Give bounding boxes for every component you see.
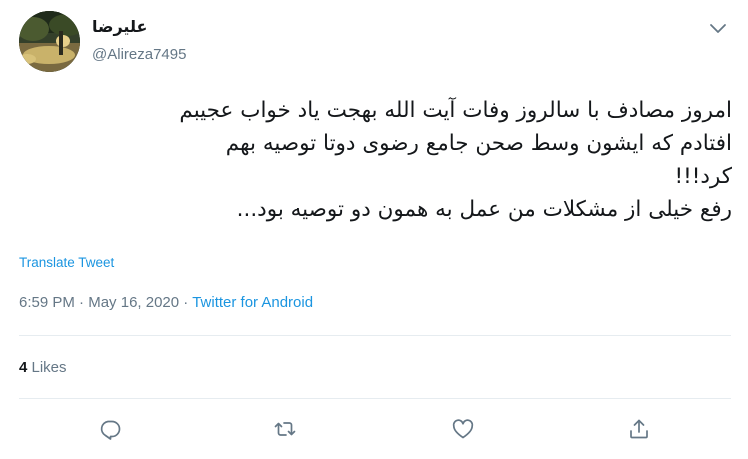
author-handle[interactable]: @Alireza7495 [92, 46, 186, 63]
retweet-icon[interactable] [273, 417, 297, 441]
tweet-card: علیرضا @Alireza7495 امروز مصادف با سالرو… [0, 0, 748, 459]
avatar[interactable] [19, 11, 80, 72]
translate-tweet-link[interactable]: Translate Tweet [19, 255, 114, 270]
divider [19, 398, 731, 399]
tweet-source-link[interactable]: Twitter for Android [192, 294, 313, 311]
tweet-text-line: کرد!!! [674, 164, 732, 189]
tweet-text-line: رفع خیلی از مشکلات من عمل به همون دو توص… [236, 197, 732, 222]
author-display-name[interactable]: علیرضا [92, 17, 147, 36]
likes-label: Likes [27, 359, 67, 376]
divider [19, 335, 731, 336]
tweet-metadata: 6:59 PM · May 16, 2020 · Twitter for And… [19, 294, 313, 311]
meta-separator: · [179, 294, 193, 311]
tweet-text: امروز مصادف با سالروز وفات آیت الله بهجت… [16, 94, 732, 226]
share-icon[interactable] [627, 417, 651, 441]
tweet-time[interactable]: 6:59 PM [19, 294, 75, 311]
tweet-date[interactable]: May 16, 2020 [88, 294, 179, 311]
tweet-text-line: افتادم که ایشون وسط صحن جامع رضوی دوتا ت… [225, 131, 732, 156]
chevron-down-icon[interactable] [706, 16, 730, 40]
reply-icon[interactable] [98, 417, 122, 441]
likes-stat[interactable]: 4 Likes [19, 359, 67, 376]
meta-separator: · [74, 294, 89, 311]
heart-icon[interactable] [451, 417, 475, 441]
tweet-text-line: امروز مصادف با سالروز وفات آیت الله بهجت… [179, 98, 732, 123]
